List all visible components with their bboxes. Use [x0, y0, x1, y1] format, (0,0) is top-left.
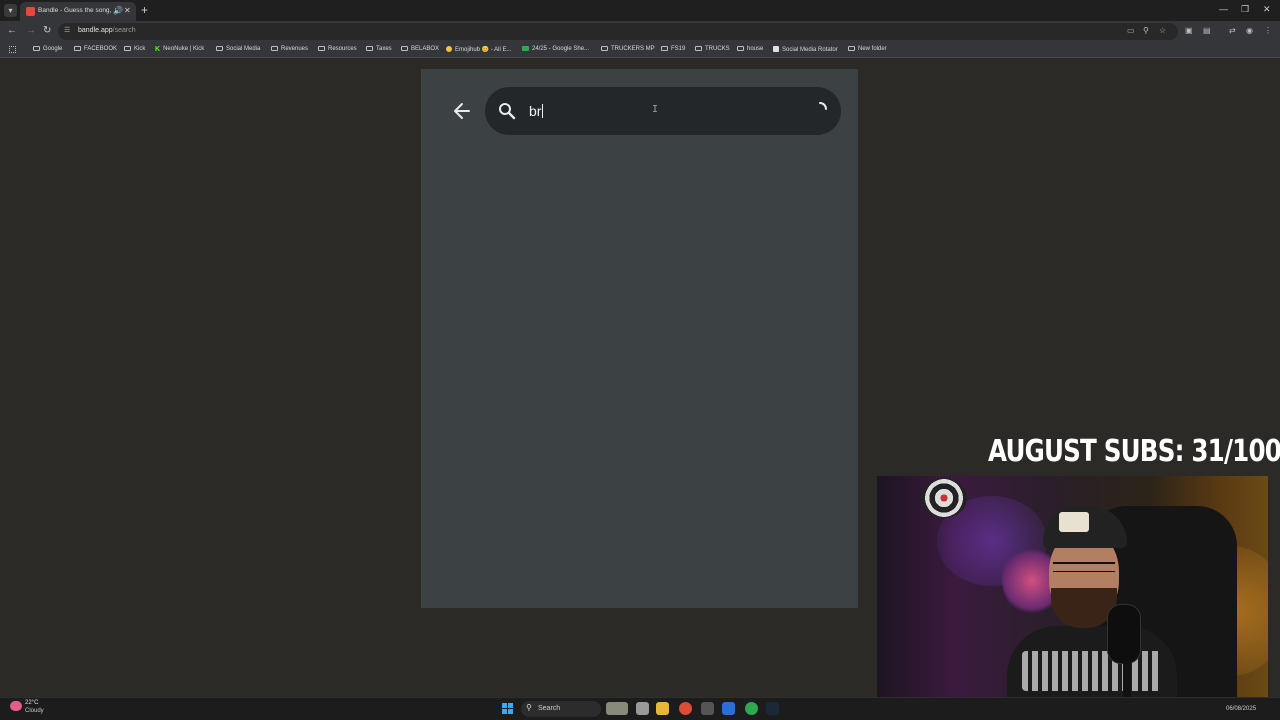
folder-icon — [737, 46, 744, 51]
search-icon — [499, 103, 516, 120]
webcam-feed — [877, 476, 1268, 706]
back-nav-icon[interactable]: ← — [7, 25, 17, 36]
bookmark-item[interactable]: Social Media — [216, 46, 260, 52]
site-info-icon[interactable]: ☰ — [64, 26, 70, 34]
arrow-left-icon[interactable] — [453, 101, 471, 121]
bookmark-item[interactable]: New folder — [848, 46, 887, 52]
menu-icon[interactable]: ⋮ — [1264, 26, 1272, 35]
bookmark-item[interactable]: Google — [33, 46, 62, 52]
folder-icon — [401, 46, 408, 51]
epic-games-icon[interactable] — [701, 702, 714, 715]
windows-start-icon[interactable] — [502, 703, 513, 714]
cast-icon[interactable]: ⇄ — [1229, 26, 1236, 35]
grid-icon — [773, 46, 779, 52]
battlenet-icon[interactable] — [722, 702, 735, 715]
sub-goal-overlay: AUGUST SUBS: 31/100 — [988, 434, 1280, 469]
profile-avatar-icon[interactable]: ◉ — [1246, 26, 1253, 35]
url-text: bandle.app/search — [78, 27, 136, 34]
search-icon: ⚲ — [526, 703, 532, 712]
folder-icon — [124, 46, 131, 51]
cap-logo — [1059, 512, 1089, 532]
bookmark-item[interactable]: BELABOX — [401, 46, 439, 52]
extension-icon[interactable]: ▣ — [1185, 26, 1193, 35]
side-panel-icon[interactable]: ▤ — [1203, 26, 1211, 35]
folder-icon — [695, 46, 702, 51]
search-panel — [421, 69, 858, 608]
spinner-icon — [819, 102, 827, 110]
bandle-favicon-icon — [26, 7, 35, 16]
close-tab-icon[interactable]: ✕ — [124, 6, 131, 15]
weather-desc: Cloudy — [25, 708, 44, 714]
folder-icon — [848, 46, 855, 51]
minimize-icon[interactable]: — — [1219, 4, 1228, 14]
kick-icon: K — [155, 46, 161, 53]
taskbar: 22°C Cloudy ⚲ Search 06/08/2025 — [0, 697, 1280, 720]
clock-date[interactable]: 06/08/2025 — [1226, 706, 1256, 712]
weather-temp: 22°C — [25, 700, 39, 706]
text-caret — [542, 104, 543, 118]
folder-icon — [661, 46, 668, 51]
folder-icon — [271, 46, 278, 51]
steam-icon[interactable] — [766, 702, 779, 715]
dartboard-image — [921, 478, 967, 518]
new-tab-button[interactable]: + — [141, 3, 148, 17]
tab-strip: ▾ Bandle - Guess the song, o... 🔊 ✕ + — … — [0, 0, 1280, 21]
browser-toolbar: ← → ↻ ☰ bandle.app/search ▭ ⚲ ☆ ▣ ▤ ⇄ ◉ … — [0, 21, 1280, 42]
widget-icon[interactable] — [606, 702, 628, 715]
xbox-icon[interactable] — [745, 702, 758, 715]
bookmark-item[interactable]: FS19 — [661, 46, 685, 52]
tab-search-button[interactable]: ▾ — [4, 4, 17, 17]
task-view-icon[interactable] — [636, 702, 649, 715]
install-app-icon[interactable]: ▭ — [1127, 26, 1135, 35]
bookmark-item[interactable]: Taxes — [366, 46, 392, 52]
folder-icon — [216, 46, 223, 51]
taskbar-search[interactable]: ⚲ Search — [521, 701, 601, 717]
glasses-image — [1053, 562, 1115, 572]
file-explorer-icon[interactable] — [656, 702, 669, 715]
microphone-image — [1107, 604, 1141, 664]
bookmarks-bar: Google FACEBOOK Kick K NeoNuke | Kick Soc… — [0, 42, 1280, 58]
sheets-icon — [522, 46, 529, 51]
bookmark-item[interactable]: FACEBOOK — [74, 46, 117, 52]
folder-icon — [318, 46, 325, 51]
bookmark-item[interactable]: TRUCKS — [695, 46, 730, 52]
reload-icon[interactable]: ↻ — [43, 25, 51, 36]
bookmark-item[interactable]: Revenues — [271, 46, 308, 52]
folder-icon — [601, 46, 608, 51]
speaker-icon[interactable]: 🔊 — [113, 6, 123, 15]
window-close-icon[interactable]: ✕ — [1263, 4, 1271, 15]
bookmark-item[interactable]: K NeoNuke | Kick — [155, 46, 204, 53]
text-cursor-icon: I — [652, 104, 659, 115]
bookmark-item[interactable]: Resources — [318, 46, 357, 52]
active-tab[interactable]: Bandle - Guess the song, o... 🔊 ✕ — [20, 2, 136, 21]
bookmark-item[interactable]: Social Media Rotator — [773, 46, 838, 53]
weather-icon[interactable] — [10, 701, 22, 711]
bookmark-item[interactable]: TRUCKERS MP — [601, 46, 655, 52]
forward-nav-icon[interactable]: → — [26, 25, 36, 36]
address-bar[interactable]: ☰ bandle.app/search — [58, 23, 1178, 40]
folder-icon — [74, 46, 81, 51]
zoom-icon[interactable]: ⚲ — [1143, 26, 1149, 35]
bookmark-item[interactable]: 24/25 - Google She... — [522, 46, 589, 52]
restore-icon[interactable]: ❐ — [1241, 4, 1249, 15]
bookmark-item[interactable]: Kick — [124, 46, 145, 52]
chrome-icon[interactable] — [679, 702, 692, 715]
emoji-icon — [446, 46, 452, 52]
folder-icon — [33, 46, 40, 51]
folder-icon — [366, 46, 373, 51]
bookmark-item[interactable]: house — [737, 46, 763, 52]
bookmark-item[interactable]: Emojihub 😊 - All E... — [446, 46, 512, 53]
apps-grid-icon[interactable] — [9, 46, 16, 53]
tab-title: Bandle - Guess the song, o... — [38, 7, 112, 14]
bookmark-star-icon[interactable]: ☆ — [1159, 26, 1166, 35]
